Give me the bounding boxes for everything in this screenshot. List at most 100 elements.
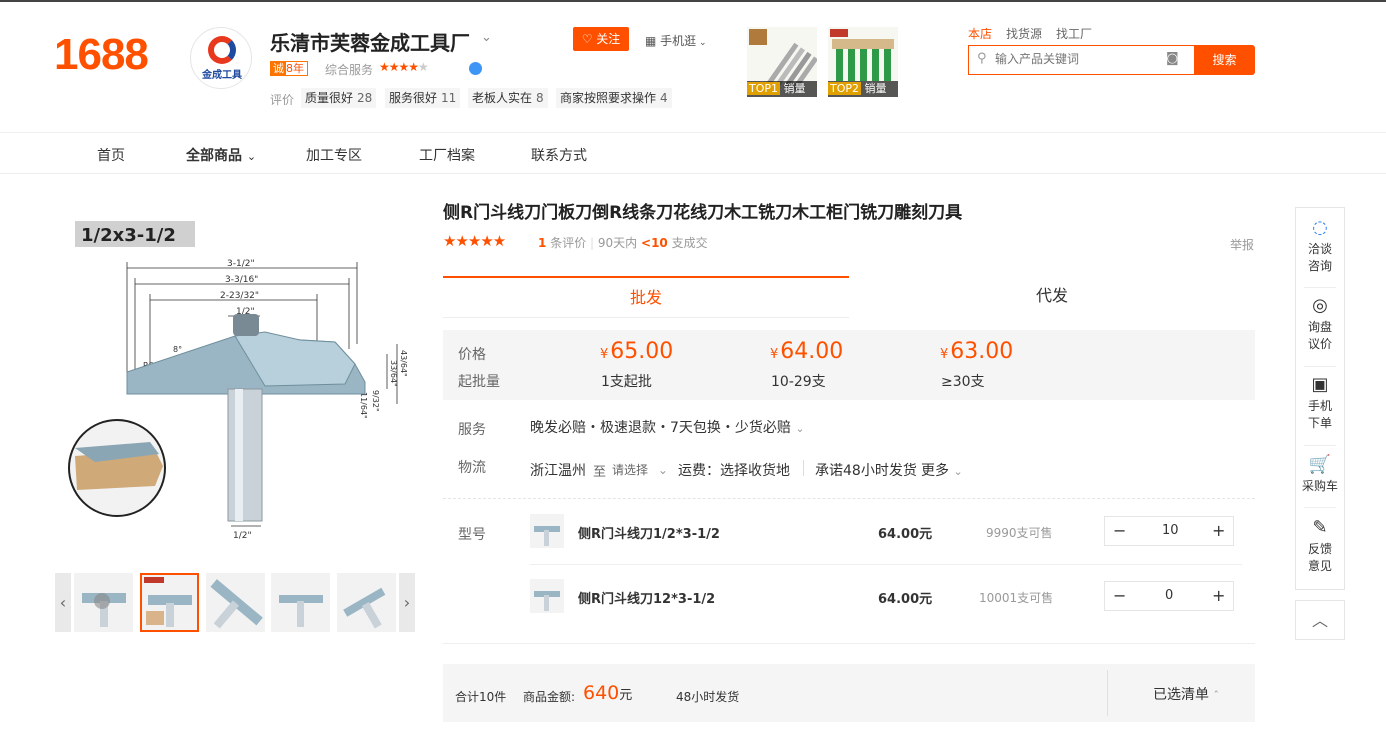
review-label: 条评价 [550,236,587,250]
gallery-thumb[interactable] [74,573,133,632]
more-logistics[interactable]: 更多 ⌄ [921,460,963,480]
follow-button[interactable]: ♡ 关注 [573,27,629,51]
more-logistics-label: 更多 [921,463,949,479]
sku-name: 侧R门斗线刀1/2*3-1/2 [578,527,720,542]
dim-label: 33/64" [389,360,398,387]
total-items: 合计10件 [455,690,507,704]
tier-price: ¥64.00 [770,339,843,364]
years-badge: 诚 8年 [270,61,308,76]
logistics-label: 物流 [458,460,486,476]
top2-label: 销量 [864,82,887,95]
amount-number: 640 [583,682,620,704]
gallery-thumb[interactable] [271,573,330,632]
report-link[interactable]: 举报 [1230,236,1254,253]
camera-icon[interactable]: ◙ [1166,51,1179,66]
top1-product-thumb[interactable]: TOP1 销量 [747,27,817,97]
sidebar-label: 议价 [1307,337,1332,351]
nav-home[interactable]: 首页 [97,145,125,165]
dim-label: 3-1/2" [227,259,255,269]
sidebar-cart[interactable]: 🛒 采购车 [1296,455,1344,495]
sidebar-label: 反馈 [1307,542,1332,556]
sidebar-label: 采购车 [1301,479,1338,493]
search-scope-this-shop[interactable]: 本店 [968,25,992,42]
product-title: 侧R门斗线刀门板刀倒R线条刀花线刀木工铣刀木工柜门铣刀雕刻刀具 [443,203,963,223]
main-product-image[interactable]: 1/2x3-1/2 3-1/2" 3-3/16" 2-23/32" 1/2" 1… [55,204,415,554]
mobile-shop-link[interactable]: ▦ 手机逛 ⌄ [645,32,707,49]
tab-dropship[interactable]: 代发 [849,276,1255,318]
price-panel: 价格 起批量 ¥65.00 1支起批 ¥64.00 10-29支 ¥63.00 … [443,330,1255,400]
eval-tag-count: 28 [357,91,373,105]
product-rating-stars: ★★★★★ [443,232,506,250]
eval-tag: 商家按照要求操作 4 [556,88,672,108]
nav-all-products[interactable]: 全部商品 ⌄ [186,145,256,165]
search-scope-sources[interactable]: 找货源 [1006,25,1042,42]
search-input[interactable] [995,52,1155,66]
shop-name[interactable]: 乐清市芙蓉金成工具厂 [270,27,470,56]
chevron-down-icon: ⌄ [696,38,707,48]
chevron-left-icon[interactable]: ‹ [55,573,71,632]
site-logo[interactable]: 1688 [54,30,149,80]
ship-time: 48小时发货 [676,690,740,704]
price-label: 价格 [458,347,486,363]
tab-wholesale[interactable]: 批发 [443,276,849,318]
chevron-down-icon: ⌄ [246,150,257,163]
nav-processing[interactable]: 加工专区 [306,145,362,165]
sidebar-mobile-order[interactable]: ▣ 手机 下单 [1296,375,1344,432]
service-value[interactable]: 晚发必赔・极速退款・7天包换・少货必赔 ⌄ [530,417,805,437]
chevron-up-icon: ˆ [1213,689,1219,702]
sales-count: <10 [641,236,668,250]
plus-button[interactable]: + [1212,586,1225,605]
top1-badge: TOP1 销量 [747,81,817,97]
years-badge-label: 8年 [286,62,304,75]
service-text: 晚发必赔・极速退款・7天包换・少货必赔 [530,420,791,436]
info-icon[interactable] [469,62,482,75]
nav-factory-profile[interactable]: 工厂档案 [419,145,475,165]
selected-list-toggle[interactable]: 已选清单 ˆ [1153,684,1219,704]
gallery-thumb-selected[interactable] [140,573,199,632]
sidebar-label: 询盘 [1307,320,1332,334]
floating-sidebar: ◌ 洽谈 咨询 ◎ 询盘 议价 ▣ 手机 下单 🛒 采购车 ✎ 反馈 意见 [1295,207,1345,590]
divider [443,643,1255,644]
logistics-to: 至 [593,465,607,480]
search-scope-factory[interactable]: 找工厂 [1056,25,1092,42]
destination-select[interactable]: 请选择 ⌄ [612,461,668,478]
minus-button[interactable]: − [1113,521,1126,540]
chevron-down-icon[interactable]: ⌄ [481,30,492,45]
quantity-input[interactable]: 10 [1162,523,1179,538]
destination-placeholder: 请选择 [612,463,649,477]
chat-icon: ◌ [1312,217,1328,238]
order-summary-bar: 合计10件 商品金额: 640元 48小时发货 已选清单 ˆ [443,664,1255,722]
sku-thumb[interactable] [530,579,564,613]
eval-tag-label: 老板人实在 [472,91,533,105]
freight-info[interactable]: 运费：选择收货地 [678,460,790,480]
chevron-down-icon: ⌄ [795,422,805,435]
product-rating-summary[interactable]: 1 条评价 | 90天内 <10 支成交 [538,234,708,251]
gallery-thumb[interactable] [206,573,265,632]
sidebar-feedback[interactable]: ✎ 反馈 意见 [1296,518,1344,575]
service-label: 服务 [458,422,486,438]
gallery-thumb[interactable] [337,573,396,632]
divider [1304,445,1336,446]
search-button[interactable]: 搜索 [1194,45,1255,75]
sku-label: 型号 [458,527,486,543]
tier-qty: ≥30支 [941,374,985,390]
plus-button[interactable]: + [1212,521,1225,540]
quantity-input[interactable]: 0 [1165,588,1173,603]
sidebar-inquiry[interactable]: ◎ 询盘 议价 [1296,296,1344,353]
back-to-top-button[interactable]: ︿ [1295,600,1345,640]
shop-logo[interactable]: 金成工具 [190,27,252,89]
sku-thumb[interactable] [530,514,564,548]
sidebar-chat[interactable]: ◌ 洽谈 咨询 [1296,218,1344,275]
divider [1304,366,1336,367]
nav-contact[interactable]: 联系方式 [531,145,587,165]
amount-unit: 元 [619,688,633,703]
dim-label: 43/64" [399,350,408,377]
chevron-right-icon[interactable]: › [399,573,415,632]
quantity-stepper: − 0 + [1104,581,1234,611]
sidebar-label: 手机 [1307,399,1332,413]
top2-badge: TOP2 销量 [828,81,898,97]
eval-tag: 老板人实在 8 [468,88,548,108]
minus-button[interactable]: − [1113,586,1126,605]
top2-product-thumb[interactable]: TOP2 销量 [828,27,898,97]
tier-price-value: 65.00 [610,339,674,364]
